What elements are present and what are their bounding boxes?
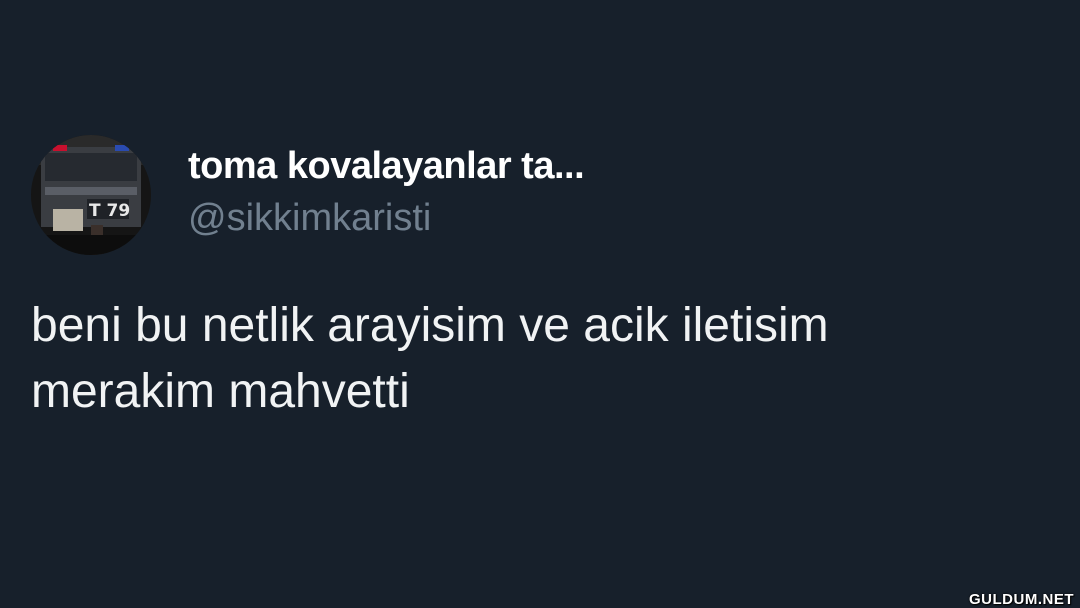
tweet-text-line: beni bu netlik arayisim ve acik iletisim [31,299,829,352]
site-watermark: GULDUM.NET [969,591,1074,608]
display-name[interactable]: toma kovalayanlar ta... [188,145,585,188]
toma-truck-avatar-icon: T 79 [31,135,151,255]
tweet-screenshot: T 79 toma kovalayanlar ta... @sikkimkari… [0,0,1080,608]
tweet-text: beni bu netlik arayisim ve acik iletisim… [31,293,1041,425]
user-handle[interactable]: @sikkimkaristi [188,197,431,240]
profile-avatar[interactable]: T 79 [31,135,151,255]
tweet-text-line: merakim mahvetti [31,365,410,418]
avatar-plate-text: T 79 [89,201,130,221]
